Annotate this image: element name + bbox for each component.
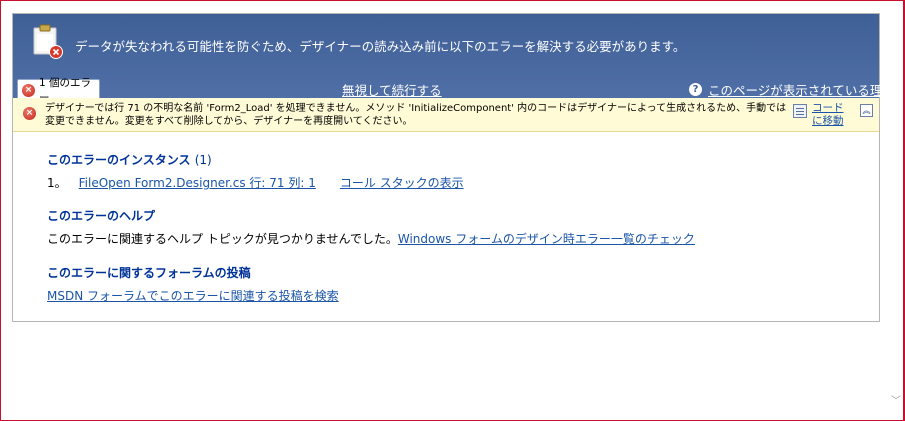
clipboard-error-icon xyxy=(33,24,63,59)
header-message: データが失なわれる可能性を防ぐため、デザイナーの読み込み前に以下のエラーを解決す… xyxy=(75,39,686,54)
msdn-forum-search-link[interactable]: MSDN フォーラムでこのエラーに関連する投稿を検索 xyxy=(47,287,339,304)
help-icon: ? xyxy=(689,83,702,96)
call-stack-link[interactable]: コール スタックの表示 xyxy=(340,174,464,191)
help-title: このエラーのヘルプ xyxy=(47,209,156,223)
help-text: このエラーに関連するヘルプ トピックが見つかりませんでした。 xyxy=(47,232,398,246)
instances-count: (1) xyxy=(194,153,212,167)
error-header: データが失なわれる可能性を防ぐため、デザイナーの読み込み前に以下のエラーを解決す… xyxy=(13,14,895,104)
forum-title: このエラーに関するフォーラムの投稿 xyxy=(47,266,251,280)
instances-title-text: このエラーのインスタンス xyxy=(47,153,191,167)
instances-title: このエラーのインスタンス (1) xyxy=(47,151,464,168)
collapse-button[interactable]: ︽ xyxy=(860,104,873,117)
goto-code-link[interactable]: コードに移動 xyxy=(793,102,849,128)
design-time-errors-link[interactable]: Windows フォームのデザイン時エラー一覧のチェック xyxy=(398,230,695,247)
why-page-shown-label: このページが表示されている理由 xyxy=(708,83,895,98)
why-page-shown-link[interactable]: ? このページが表示されている理由 xyxy=(689,80,895,99)
ignore-and-continue-link[interactable]: 無視して続行する xyxy=(342,80,442,99)
help-row: このエラーに関連するヘルプ トピックが見つかりませんでした。 Windows フ… xyxy=(47,230,695,247)
forum-section: このエラーに関するフォーラムの投稿 MSDN フォーラムでこのエラーに関連する投… xyxy=(47,264,339,304)
code-file-icon xyxy=(793,104,807,118)
instance-location-link[interactable]: FileOpen Form2.Designer.cs 行: 71 列: 1 xyxy=(79,174,316,191)
forum-row: MSDN フォーラムでこのエラーに関連する投稿を検索 xyxy=(47,287,339,304)
instance-row: 1。 FileOpen Form2.Designer.cs 行: 71 列: 1… xyxy=(47,174,464,191)
scroll-down-arrow[interactable]: ﹀ xyxy=(890,396,902,408)
error-icon: × xyxy=(22,83,35,97)
error-message-bar: × デザイナーでは行 71 の不明な名前 'Form2_Load' を処理できま… xyxy=(13,98,879,132)
instances-section: このエラーのインスタンス (1) 1。 FileOpen Form2.Desig… xyxy=(47,151,464,191)
tab-errors[interactable]: × 1 個のエラー xyxy=(17,77,100,104)
goto-code-label: コードに移動 xyxy=(812,102,844,127)
help-section: このエラーのヘルプ このエラーに関連するヘルプ トピックが見つかりませんでした。… xyxy=(47,207,695,247)
error-icon: × xyxy=(23,107,36,120)
instance-number: 1。 xyxy=(47,176,67,190)
error-panel: データが失なわれる可能性を防ぐため、デザイナーの読み込み前に以下のエラーを解決す… xyxy=(12,13,895,322)
error-message: デザイナーでは行 71 の不明な名前 'Form2_Load' を処理できません… xyxy=(45,103,787,127)
